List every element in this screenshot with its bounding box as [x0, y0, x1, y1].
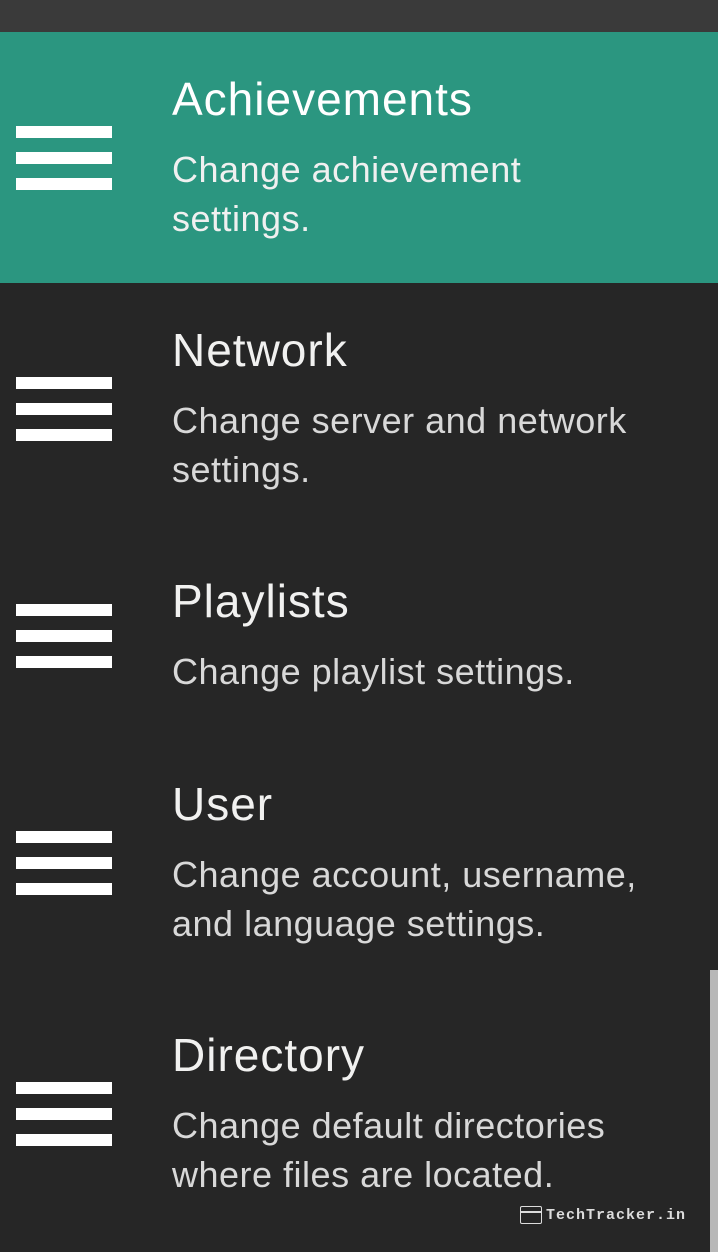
- menu-description: Change server and network settings.: [172, 397, 652, 494]
- menu-text: Playlists Change playlist settings.: [172, 574, 575, 697]
- menu-title: Playlists: [172, 574, 575, 628]
- menu-item-playlists[interactable]: Playlists Change playlist settings.: [0, 534, 718, 737]
- menu-item-user[interactable]: User Change account, username, and langu…: [0, 737, 718, 988]
- menu-description: Change account, username, and language s…: [172, 851, 652, 948]
- menu-icon: [16, 377, 112, 441]
- menu-item-achievements[interactable]: Achievements Change achievement settings…: [0, 32, 718, 283]
- top-bar: [0, 0, 718, 32]
- menu-description: Change default directories where files a…: [172, 1102, 652, 1199]
- menu-text: Achievements Change achievement settings…: [172, 72, 652, 243]
- menu-text: User Change account, username, and langu…: [172, 777, 652, 948]
- menu-description: Change achievement settings.: [172, 146, 652, 243]
- menu-text: Directory Change default directories whe…: [172, 1028, 652, 1199]
- menu-title: Directory: [172, 1028, 652, 1082]
- menu-icon: [16, 1082, 112, 1146]
- menu-icon: [16, 126, 112, 190]
- menu-text: Network Change server and network settin…: [172, 323, 652, 494]
- watermark: TechTracker.in: [520, 1206, 686, 1224]
- menu-title: Network: [172, 323, 652, 377]
- menu-icon: [16, 831, 112, 895]
- menu-item-network[interactable]: Network Change server and network settin…: [0, 283, 718, 534]
- window-icon: [520, 1206, 542, 1224]
- menu-description: Change playlist settings.: [172, 648, 575, 697]
- menu-title: Achievements: [172, 72, 652, 126]
- settings-menu: Achievements Change achievement settings…: [0, 32, 718, 1239]
- scrollbar-thumb[interactable]: [710, 970, 718, 1252]
- menu-icon: [16, 604, 112, 668]
- watermark-text: TechTracker.in: [546, 1207, 686, 1224]
- menu-title: User: [172, 777, 652, 831]
- menu-item-directory[interactable]: Directory Change default directories whe…: [0, 988, 718, 1239]
